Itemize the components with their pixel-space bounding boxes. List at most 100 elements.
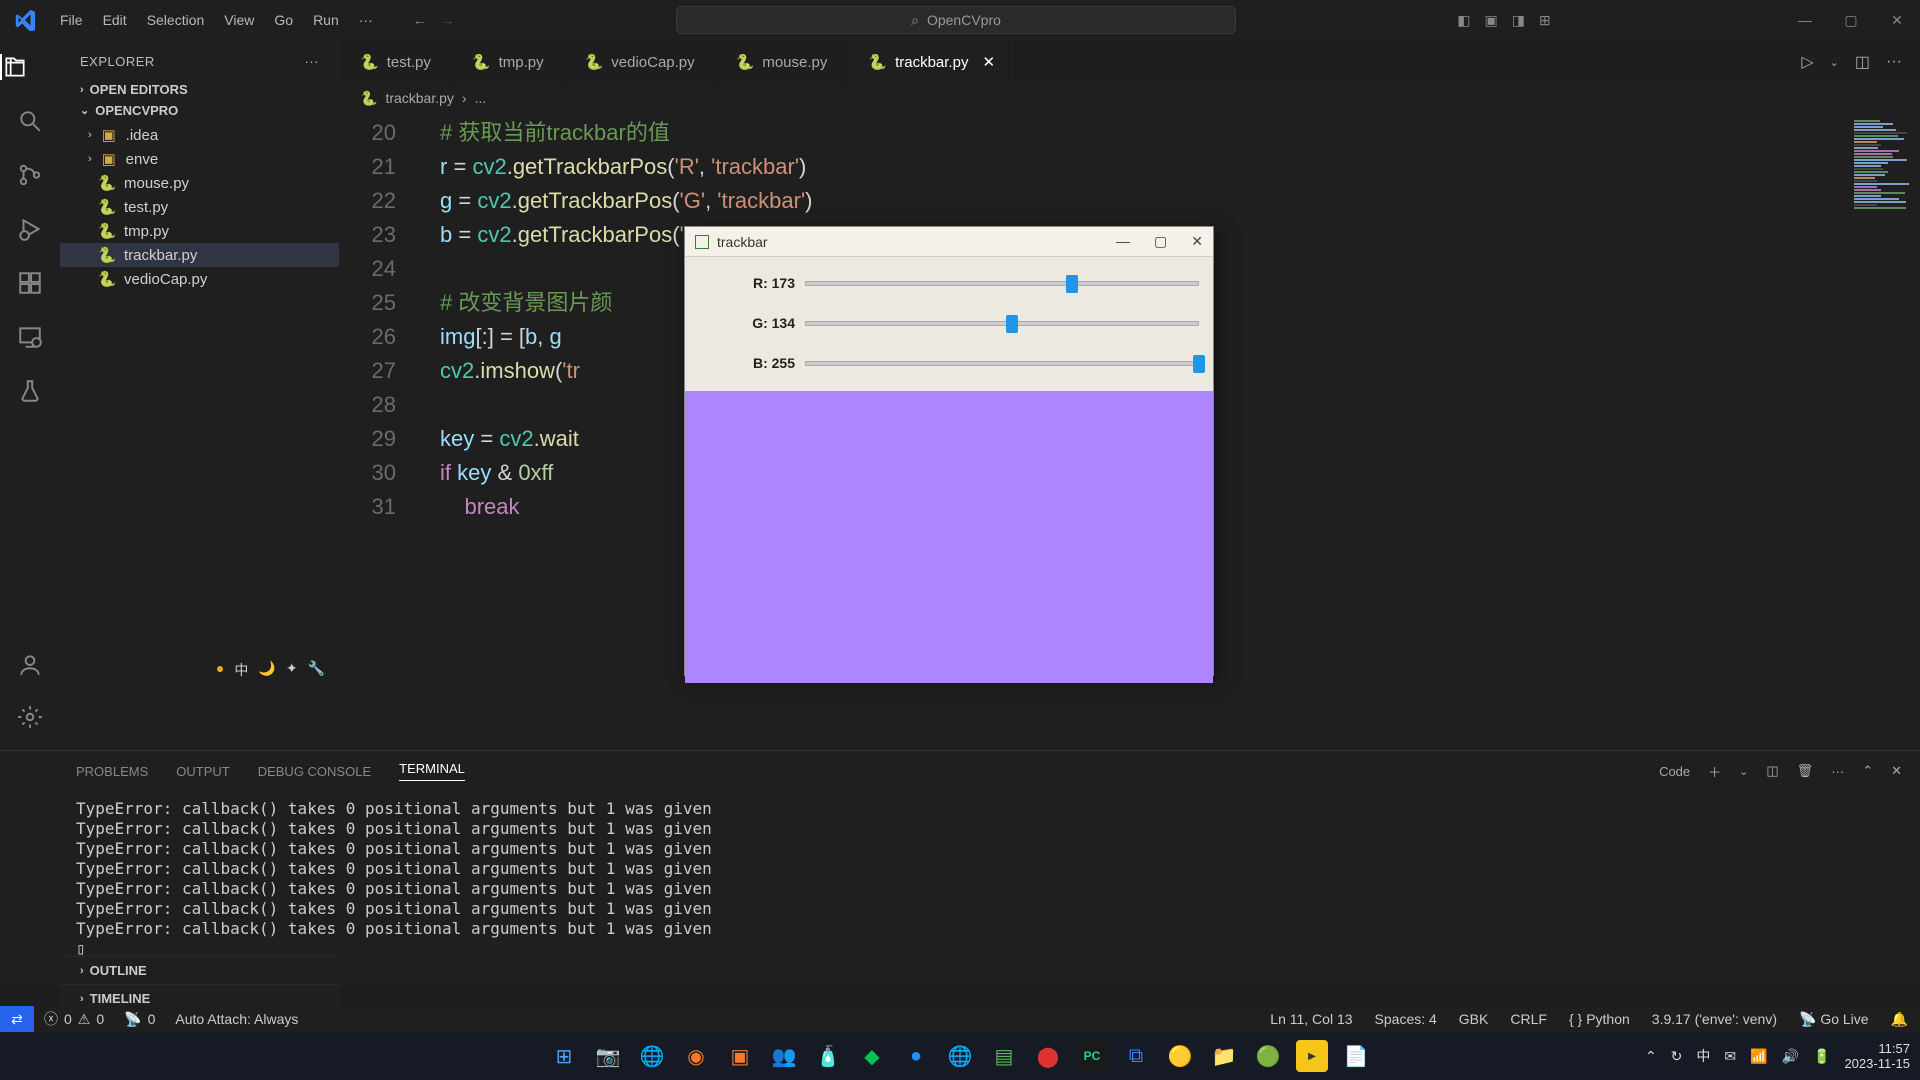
layout-panel-right-icon[interactable]: ◨	[1512, 12, 1525, 29]
opencv-trackbar-window[interactable]: trackbar — ▢ ✕ R: 173 G: 134 B: 255	[684, 226, 1214, 676]
folder-enve[interactable]: › ▣ enve	[60, 147, 339, 171]
menu-file[interactable]: File	[50, 12, 93, 28]
menu-run[interactable]: Run	[303, 12, 349, 28]
cv-maximize-icon[interactable]: ▢	[1154, 233, 1167, 250]
panel-tab-output[interactable]: OUTPUT	[176, 764, 229, 779]
command-center[interactable]: ⌕ OpenCVpro	[676, 6, 1236, 34]
breadcrumb[interactable]: 🐍 trackbar.py › ...	[340, 84, 1920, 112]
file-tmp[interactable]: 🐍 tmp.py	[60, 219, 339, 243]
panel-tab-debugconsole[interactable]: DEBUG CONSOLE	[258, 764, 371, 779]
status-interpreter[interactable]: 3.9.17 ('enve': venv)	[1652, 1011, 1777, 1027]
status-cursor[interactable]: Ln 11, Col 13	[1270, 1011, 1352, 1027]
blender-icon[interactable]: ◉	[680, 1040, 712, 1072]
tray-sync-icon[interactable]: ↻	[1671, 1048, 1683, 1065]
cv-titlebar[interactable]: trackbar — ▢ ✕	[685, 227, 1213, 257]
minimize-icon[interactable]: —	[1782, 12, 1828, 29]
tab-test[interactable]: 🐍test.py	[340, 40, 452, 84]
status-errors[interactable]: ⓧ0⚠0	[44, 1009, 104, 1029]
outline-section[interactable]: ›OUTLINE	[60, 956, 340, 984]
run-icon[interactable]: ▷	[1801, 52, 1813, 72]
folder-idea[interactable]: › ▣ .idea	[60, 123, 339, 147]
panel-tab-problems[interactable]: PROBLEMS	[76, 764, 148, 779]
activity-settings-icon[interactable]	[17, 704, 43, 730]
activity-test-icon[interactable]	[17, 378, 43, 404]
vscode-taskbar-icon[interactable]: ⧉	[1120, 1040, 1152, 1072]
trackbar-r-slider[interactable]	[805, 273, 1199, 293]
menu-view[interactable]: View	[214, 12, 264, 28]
panel-tab-terminal[interactable]: TERMINAL	[399, 761, 465, 781]
explorer-more-icon[interactable]: ···	[305, 54, 320, 69]
pycharm-icon[interactable]: PC	[1076, 1040, 1108, 1072]
app3-icon[interactable]: ▤	[988, 1040, 1020, 1072]
status-port[interactable]: 📡0	[124, 1011, 155, 1028]
file-test[interactable]: 🐍 test.py	[60, 195, 339, 219]
layout-panel-left-icon[interactable]: ◧	[1457, 12, 1470, 29]
tab-trackbar[interactable]: 🐍trackbar.py✕	[848, 40, 1016, 84]
activity-remote-icon[interactable]	[17, 324, 43, 350]
filmora-icon[interactable]: ◆	[856, 1040, 888, 1072]
terminal-new-icon[interactable]: ＋	[1708, 762, 1721, 781]
tray-clock[interactable]: 11:57 2023-11-15	[1844, 1041, 1910, 1071]
tab-close-icon[interactable]: ✕	[982, 53, 995, 71]
record-icon[interactable]: ⬤	[1032, 1040, 1064, 1072]
remote-indicator[interactable]: ⇄	[0, 1006, 34, 1032]
layout-panel-bottom-icon[interactable]: ▣	[1485, 12, 1498, 29]
nav-back-icon[interactable]: ←	[413, 12, 427, 28]
tab-tmp[interactable]: 🐍tmp.py	[452, 40, 565, 84]
panel-maximize-icon[interactable]: ⌃	[1862, 763, 1873, 779]
menu-edit[interactable]: Edit	[93, 12, 137, 28]
activity-git-icon[interactable]	[17, 162, 43, 188]
maximize-icon[interactable]: ▢	[1828, 12, 1874, 29]
edge-icon[interactable]: 🌐	[944, 1040, 976, 1072]
split-editor-icon[interactable]: ◫	[1855, 52, 1870, 72]
start-icon[interactable]: ⊞	[548, 1040, 580, 1072]
file-trackbar[interactable]: 🐍 trackbar.py	[60, 243, 339, 267]
status-spaces[interactable]: Spaces: 4	[1375, 1011, 1437, 1027]
tray-mail-icon[interactable]: ✉	[1724, 1048, 1736, 1065]
potplayer-icon[interactable]: ▶	[1296, 1040, 1328, 1072]
editor-more-icon[interactable]: ···	[1886, 53, 1902, 71]
layout-customize-icon[interactable]: ⊞	[1539, 12, 1551, 29]
status-bell-icon[interactable]: 🔔	[1891, 1011, 1908, 1028]
project-section[interactable]: ⌄ OPENCVPRO	[60, 100, 339, 121]
menu-selection[interactable]: Selection	[137, 12, 215, 28]
status-encoding[interactable]: GBK	[1459, 1011, 1489, 1027]
tray-battery-icon[interactable]: 🔋	[1813, 1048, 1830, 1065]
menu-more[interactable]: ···	[349, 12, 383, 28]
trackbar-g-slider[interactable]	[805, 313, 1199, 333]
status-eol[interactable]: CRLF	[1510, 1011, 1547, 1027]
bottle-icon[interactable]: 🧴	[812, 1040, 844, 1072]
status-golive[interactable]: 📡 Go Live	[1799, 1011, 1869, 1028]
trackbar-b-slider[interactable]	[805, 353, 1199, 373]
tab-vediocap[interactable]: 🐍vedioCap.py	[565, 40, 716, 84]
tray-chevron-icon[interactable]: ⌃	[1645, 1048, 1657, 1065]
run-dropdown-icon[interactable]: ⌄	[1830, 56, 1839, 69]
activity-explorer-icon[interactable]	[0, 54, 59, 80]
nav-forward-icon[interactable]: →	[441, 12, 455, 28]
status-language[interactable]: { }Python	[1569, 1011, 1630, 1027]
chrome-icon[interactable]: 🟡	[1164, 1040, 1196, 1072]
cv-close-icon[interactable]: ✕	[1191, 233, 1203, 250]
terminal-output[interactable]: TypeError: callback() takes 0 positional…	[60, 791, 1920, 959]
explorer-icon[interactable]: 📁	[1208, 1040, 1240, 1072]
activity-search-icon[interactable]	[17, 108, 43, 134]
terminal-split-icon[interactable]: ◫	[1766, 763, 1778, 779]
panel-close-icon[interactable]: ✕	[1891, 763, 1902, 779]
tray-volume-icon[interactable]: 🔊	[1782, 1048, 1799, 1065]
file-vediocap[interactable]: 🐍 vedioCap.py	[60, 267, 339, 291]
activity-debug-icon[interactable]	[17, 216, 43, 242]
open-editors-section[interactable]: › OPEN EDITORS	[60, 79, 339, 100]
terminal-trash-icon[interactable]: 🗑	[1797, 763, 1814, 779]
status-autoattach[interactable]: Auto Attach: Always	[175, 1011, 298, 1027]
notepad-icon[interactable]: 📄	[1340, 1040, 1372, 1072]
terminal-more-icon[interactable]: ···	[1831, 764, 1844, 779]
tray-ime[interactable]: 中	[1696, 1046, 1710, 1066]
menu-go[interactable]: Go	[264, 12, 303, 28]
activity-extensions-icon[interactable]	[17, 270, 43, 296]
minimap[interactable]	[1850, 112, 1920, 750]
tray-wifi-icon[interactable]: 📶	[1750, 1048, 1767, 1065]
app2-icon[interactable]: ▣	[724, 1040, 756, 1072]
camera-icon[interactable]: 📷	[592, 1040, 624, 1072]
close-icon[interactable]: ✕	[1874, 12, 1920, 29]
terminal-dropdown-icon[interactable]: ⌄	[1739, 765, 1748, 778]
